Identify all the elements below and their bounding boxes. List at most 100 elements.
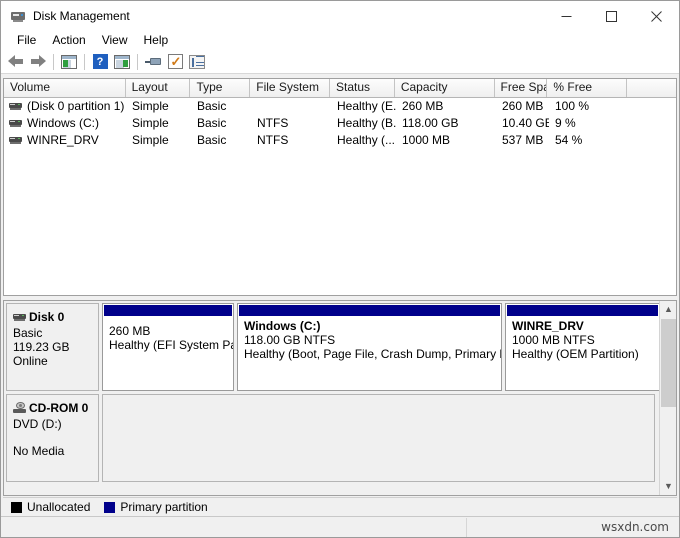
free-space-cell: 537 MB	[496, 132, 549, 149]
partition-size: 1000 MB NTFS	[512, 333, 659, 347]
disk-type: DVD (D:)	[13, 417, 98, 431]
menu-item-file[interactable]: File	[9, 32, 44, 49]
partition-name: WINRE_DRV	[512, 319, 659, 333]
partition-size: 260 MB	[109, 324, 233, 338]
legend-swatch-unallocated	[11, 502, 22, 513]
menu-item-help[interactable]: Help	[136, 32, 177, 49]
type-cell: Basic	[191, 115, 251, 132]
graphical-view-content: Disk 0 Basic 119.23 GB Online 260 MB Hea…	[4, 301, 659, 495]
percent-free-cell: 9 %	[549, 115, 629, 132]
column-header-capacity[interactable]: Capacity	[395, 79, 495, 97]
column-header-percent-free[interactable]: % Free	[547, 79, 627, 97]
maximize-button[interactable]	[589, 1, 634, 31]
disk-size	[13, 431, 98, 444]
rescan-disks-button[interactable]	[142, 51, 164, 73]
volume-icon	[9, 101, 22, 112]
partition-band	[104, 305, 232, 316]
legend-item-unallocated: Unallocated	[11, 500, 90, 514]
list-view-icon	[189, 55, 205, 69]
volume-cell: (Disk 0 partition 1)	[4, 98, 126, 115]
toolbar: ? ✓	[1, 50, 679, 74]
disk-info-cdrom0[interactable]: CD-ROM 0 DVD (D:) No Media	[6, 394, 99, 482]
help-button[interactable]: ?	[89, 51, 111, 73]
legend: Unallocated Primary partition	[3, 497, 677, 516]
legend-item-primary-partition: Primary partition	[104, 500, 207, 514]
file-system-cell	[251, 98, 331, 115]
status-cell: Healthy (E...	[331, 98, 396, 115]
column-header-file-system[interactable]: File System	[250, 79, 330, 97]
capacity-cell: 118.00 GB	[396, 115, 496, 132]
legend-label-primary-partition: Primary partition	[120, 500, 207, 514]
close-button[interactable]	[634, 1, 679, 31]
graphical-view-scrollbar[interactable]: ▲ ▼	[659, 301, 676, 495]
volume-cell: WINRE_DRV	[4, 132, 126, 149]
column-header-free-space[interactable]: Free Spa...	[495, 79, 548, 97]
window-controls	[544, 1, 679, 31]
disk-size: 119.23 GB	[13, 340, 98, 354]
table-row[interactable]: Windows (C:) Simple Basic NTFS Healthy (…	[4, 115, 676, 132]
layout-cell: Simple	[126, 115, 191, 132]
graphical-view-panel: Disk 0 Basic 119.23 GB Online 260 MB Hea…	[3, 300, 677, 496]
disk-management-icon	[10, 8, 26, 24]
watermark: wsxdn.com	[601, 520, 669, 534]
column-header-volume[interactable]: Volume	[4, 79, 126, 97]
properties-icon: ✓	[168, 54, 183, 69]
properties-button[interactable]: ✓	[164, 51, 186, 73]
layout-cell: Simple	[126, 98, 191, 115]
toolbar-separator-1	[53, 54, 54, 70]
file-system-cell: NTFS	[251, 115, 331, 132]
scroll-down-icon[interactable]: ▼	[660, 478, 677, 495]
legend-swatch-primary-partition	[104, 502, 115, 513]
disk-row-cdrom0[interactable]: CD-ROM 0 DVD (D:) No Media	[6, 394, 655, 482]
cdrom-empty-area[interactable]	[102, 394, 655, 482]
cdrom-icon	[13, 402, 27, 414]
scroll-up-icon[interactable]: ▲	[660, 301, 677, 318]
status-cell: Healthy (B...	[331, 115, 396, 132]
column-header-layout[interactable]: Layout	[126, 79, 191, 97]
type-cell: Basic	[191, 132, 251, 149]
title-bar: Disk Management	[1, 1, 679, 31]
free-space-cell: 260 MB	[496, 98, 549, 115]
table-row[interactable]: WINRE_DRV Simple Basic NTFS Healthy (...…	[4, 132, 676, 149]
up-one-level-icon	[61, 55, 77, 69]
forward-button[interactable]	[27, 51, 49, 73]
status-cell: Healthy (...	[331, 132, 396, 149]
layout-cell: Simple	[126, 132, 191, 149]
disk-row-disk0[interactable]: Disk 0 Basic 119.23 GB Online 260 MB Hea…	[6, 303, 659, 391]
column-header-status[interactable]: Status	[330, 79, 395, 97]
partition-winre-drv[interactable]: WINRE_DRV 1000 MB NTFS Healthy (OEM Part…	[505, 303, 659, 391]
back-button[interactable]	[5, 51, 27, 73]
partition-band	[239, 305, 500, 316]
volume-icon	[9, 135, 22, 146]
disk-info-disk0[interactable]: Disk 0 Basic 119.23 GB Online	[6, 303, 99, 391]
scrollbar-thumb[interactable]	[661, 319, 676, 407]
volume-list-header: Volume Layout Type File System Status Ca…	[4, 79, 676, 98]
menu-item-view[interactable]: View	[94, 32, 136, 49]
column-header-type[interactable]: Type	[190, 79, 250, 97]
disk-title: CD-ROM 0	[13, 401, 98, 415]
show-hide-console-tree-icon	[114, 55, 130, 69]
partition-size: 118.00 GB NTFS	[244, 333, 501, 347]
forward-icon	[30, 55, 46, 68]
partition-windows-c[interactable]: Windows (C:) 118.00 GB NTFS Healthy (Boo…	[237, 303, 502, 391]
status-bar: wsxdn.com	[1, 516, 679, 537]
volume-label: (Disk 0 partition 1)	[27, 98, 124, 115]
table-row[interactable]: (Disk 0 partition 1) Simple Basic Health…	[4, 98, 676, 115]
partition-status: Healthy (Boot, Page File, Crash Dump, Pr…	[244, 347, 501, 361]
capacity-cell: 260 MB	[396, 98, 496, 115]
disk-state: Online	[13, 354, 98, 368]
volume-list-panel: Volume Layout Type File System Status Ca…	[3, 78, 677, 296]
disk-state: No Media	[13, 444, 98, 458]
minimize-button[interactable]	[544, 1, 589, 31]
column-header-blank[interactable]	[627, 79, 676, 97]
partition-efi[interactable]: 260 MB Healthy (EFI System Part	[102, 303, 234, 391]
disk-title: Disk 0	[13, 310, 98, 324]
menu-item-action[interactable]: Action	[44, 32, 93, 49]
disk-icon	[13, 312, 26, 323]
up-one-level-button[interactable]	[58, 51, 80, 73]
partition-status: Healthy (OEM Partition)	[512, 347, 659, 361]
list-view-button[interactable]	[186, 51, 208, 73]
status-pane-left	[1, 518, 467, 537]
show-hide-console-tree-button[interactable]	[111, 51, 133, 73]
partition-band	[507, 305, 658, 316]
